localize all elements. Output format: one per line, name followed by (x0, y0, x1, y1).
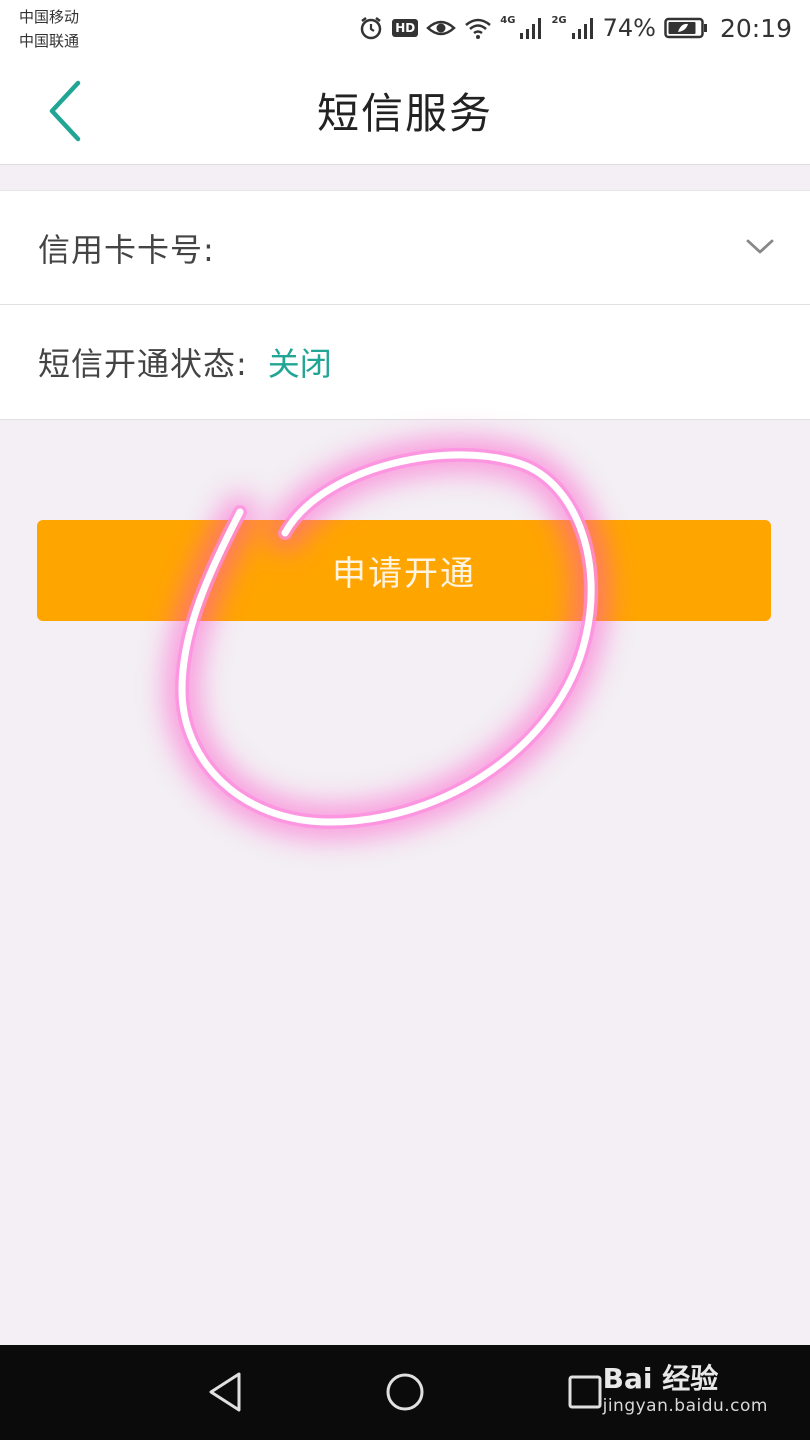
header-bar: 短信服务 (0, 58, 810, 165)
baidu-jingyan-watermark: Bai 经验 jingyan.baidu.com (603, 1363, 768, 1417)
page-title: 短信服务 (316, 89, 493, 138)
carrier-2: 中国联通 (19, 32, 80, 50)
alarm-icon (358, 15, 384, 41)
form-card: 信用卡卡号: 短信开通状态: 关闭 (0, 190, 810, 420)
system-home-button[interactable] (380, 1367, 430, 1417)
eye-icon (426, 17, 457, 39)
wifi-icon (464, 17, 492, 39)
status-bar: 中国移动 中国联通 HD 4G 2G 74% 20:19 (0, 0, 810, 58)
status-indicators: HD 4G 2G 74% 20:19 (358, 8, 792, 48)
battery-icon (664, 17, 708, 39)
back-triangle-icon (209, 1372, 241, 1412)
apply-button[interactable]: 申请开通 (37, 520, 771, 621)
network-type-2: 2G (551, 14, 567, 26)
sms-status-value: 关闭 (267, 344, 332, 383)
hd-icon: HD (392, 19, 419, 37)
battery-percent: 74% (602, 14, 656, 42)
system-back-button[interactable] (200, 1367, 250, 1417)
sms-status-label: 短信开通状态: (38, 344, 248, 383)
card-number-row[interactable]: 信用卡卡号: (0, 191, 810, 304)
network-type-1: 4G (500, 14, 516, 26)
watermark-sub: jingyan.baidu.com (602, 1396, 768, 1416)
home-circle-icon (386, 1373, 424, 1411)
carrier-1: 中国移动 (19, 8, 80, 26)
signal-icon-2 (571, 16, 595, 40)
recents-square-icon (568, 1375, 602, 1409)
chevron-down-icon (746, 239, 774, 254)
carrier-info: 中国移动 中国联通 (19, 5, 79, 53)
card-number-label: 信用卡卡号: (38, 230, 215, 269)
sms-status-row: 短信开通状态: 关闭 (0, 304, 810, 418)
signal-icon (519, 16, 543, 40)
watermark-main: Bai 经验 (602, 1362, 719, 1395)
card-number-dropdown[interactable] (740, 227, 780, 267)
clock: 20:19 (719, 13, 792, 43)
system-navigation-bar: Bai 经验 jingyan.baidu.com (0, 1345, 810, 1440)
